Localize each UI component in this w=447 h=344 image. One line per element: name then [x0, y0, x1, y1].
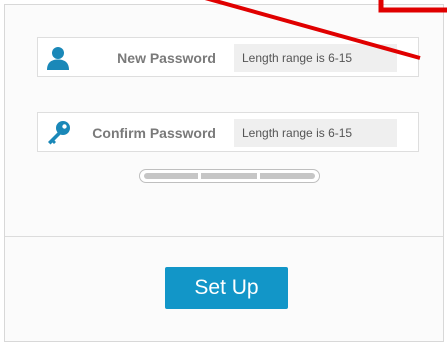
confirm-password-input[interactable]: [234, 119, 397, 147]
strength-segment-medium: [201, 173, 257, 179]
new-password-input[interactable]: [234, 44, 397, 72]
confirm-password-row: Confirm Password: [37, 112, 419, 152]
panel-divider: [5, 236, 443, 237]
password-strength-meter: [139, 169, 320, 183]
strength-segment-strong: [260, 173, 315, 179]
new-password-label: New Password: [117, 50, 216, 66]
set-up-button[interactable]: Set Up: [165, 267, 288, 309]
confirm-password-label: Confirm Password: [92, 125, 216, 141]
user-icon: [44, 44, 72, 72]
strength-segment-weak: [144, 173, 198, 179]
new-password-row: New Password: [37, 37, 419, 77]
key-icon: [44, 119, 72, 147]
